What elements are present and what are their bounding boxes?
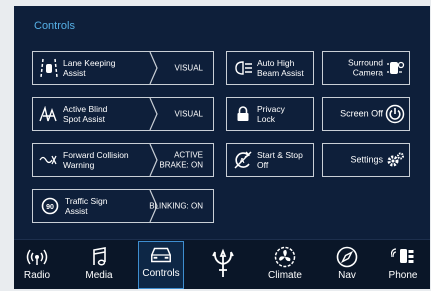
high-beam-icon <box>233 58 253 78</box>
nav-radio[interactable]: Radio <box>14 244 60 289</box>
camera-icon <box>385 58 405 78</box>
nav-media[interactable]: Media <box>76 244 122 289</box>
nav-controls[interactable]: Controls <box>138 241 184 289</box>
nav-nav-label: Nav <box>338 270 356 281</box>
start-stop-icon: A <box>233 150 253 170</box>
compass-icon <box>335 246 359 268</box>
forward-collision-label: Forward Collision Warning <box>63 150 129 170</box>
traffic-sign-label: Traffic Sign Assist <box>65 196 108 216</box>
settings-label: Settings <box>350 154 383 165</box>
nav-phone-label: Phone <box>388 270 418 281</box>
divider-chevron <box>149 144 158 176</box>
start-stop-tile[interactable]: A Start & StopOff <box>226 143 314 177</box>
divider-chevron <box>149 52 158 84</box>
nav-home[interactable] <box>200 244 246 289</box>
speed-sign-icon: 90 <box>39 196 61 216</box>
phone-icon <box>391 246 415 268</box>
lock-icon <box>233 104 253 124</box>
forward-collision-icon <box>39 150 59 170</box>
high-beam-label: Auto High Beam Assist <box>257 58 304 78</box>
music-note-icon <box>87 246 111 268</box>
section-title: Controls <box>34 20 75 32</box>
privacy-lock-label: Privacy Lock <box>257 104 285 124</box>
nav-phone[interactable]: Phone <box>380 244 426 289</box>
lane-keeping-icon <box>39 58 59 78</box>
forward-collision-tile[interactable]: Forward Collision Warning ACTIVE BRAKE: ON <box>32 143 214 177</box>
nav-media-label: Media <box>85 270 113 281</box>
screen-off-tile[interactable]: Screen Off <box>322 97 410 131</box>
active-blind-spot-tile[interactable]: Active Blind Spot Assist VISUAL <box>32 97 214 131</box>
lane-keeping-label: Lane Keeping Assist <box>63 58 116 78</box>
nav-climate[interactable]: Climate <box>262 244 308 289</box>
svg-text:90: 90 <box>46 204 54 211</box>
lane-keeping-assist-tile[interactable]: Lane Keeping Assist VISUAL <box>32 51 214 85</box>
privacy-lock-tile[interactable]: Privacy Lock <box>226 97 314 131</box>
lane-keeping-status: VISUAL <box>174 63 203 73</box>
nav-nav[interactable]: Nav <box>324 244 370 289</box>
traffic-sign-status: BLINKING: ON <box>149 201 203 211</box>
radio-icon <box>25 246 49 268</box>
screen-off-label: Screen Off <box>340 108 383 119</box>
climate-fan-icon <box>273 246 297 268</box>
divider-chevron <box>149 98 158 130</box>
blind-spot-status: VISUAL <box>174 109 203 119</box>
forward-collision-status: ACTIVE BRAKE: ON <box>159 150 203 170</box>
power-icon <box>385 104 405 124</box>
traffic-sign-assist-tile[interactable]: 90 Traffic Sign Assist BLINKING: ON <box>32 189 214 223</box>
start-stop-label: Start & Stop Off <box>257 150 303 170</box>
surround-camera-label: Surround Camera <box>348 57 383 77</box>
nav-radio-label: Radio <box>23 270 51 281</box>
auto-high-beam-tile[interactable]: Auto High Beam Assist <box>226 51 314 85</box>
gears-icon <box>385 150 405 170</box>
nav-climate-label: Climate <box>268 270 302 281</box>
settings-tile[interactable]: Settings <box>322 143 410 177</box>
nav-controls-label: Controls <box>142 268 180 279</box>
bottom-nav-bar: Radio Media Controls Climate Nav Phone <box>14 239 430 289</box>
screen: Controls Lane Keeping Assist VISUAL Activ… <box>14 6 430 289</box>
trident-logo-icon <box>211 248 235 278</box>
surround-camera-tile[interactable]: Surround Camera <box>322 51 410 85</box>
car-icon <box>149 244 173 266</box>
blind-spot-label: Active Blind Spot Assist <box>63 104 108 124</box>
blind-spot-icon <box>39 104 59 124</box>
